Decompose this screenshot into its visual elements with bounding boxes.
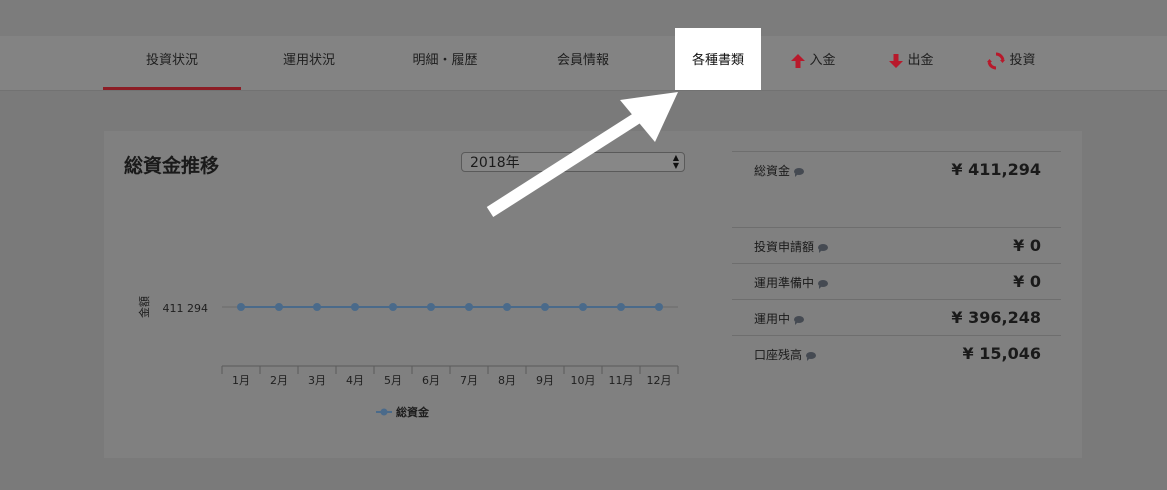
annotation-arrow bbox=[486, 92, 678, 218]
arrow-shaft bbox=[486, 107, 649, 218]
